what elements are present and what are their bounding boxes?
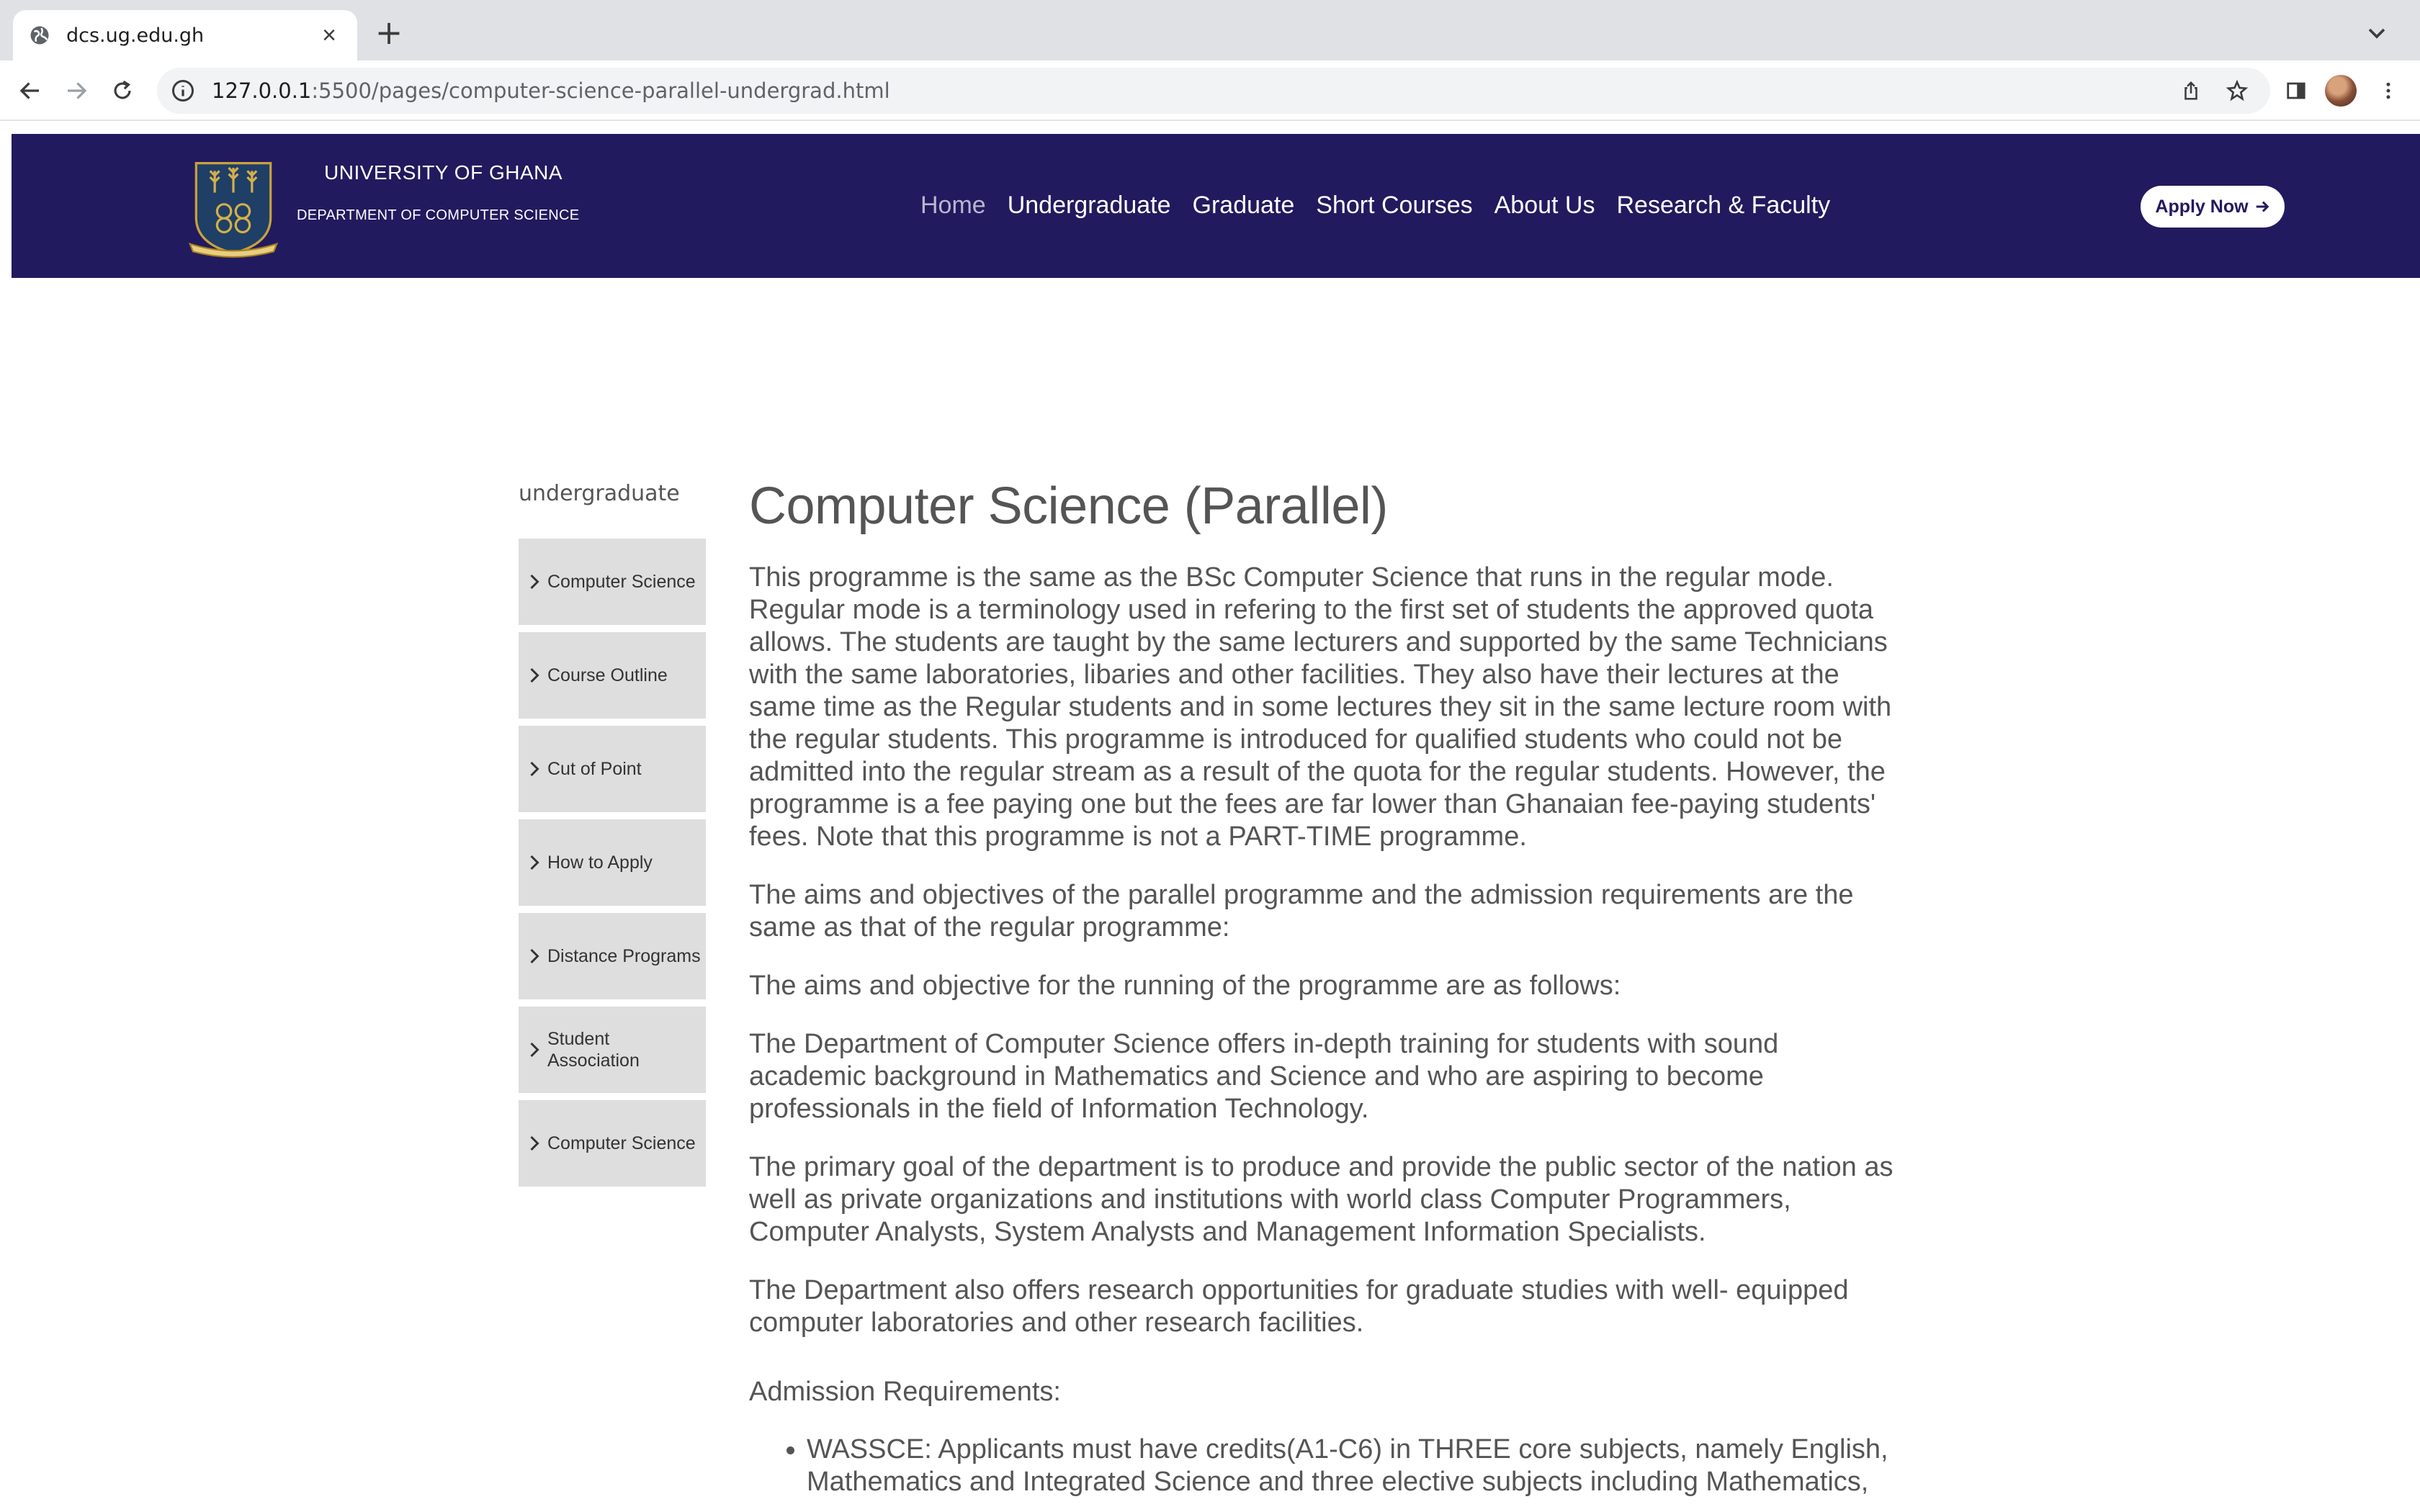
sidebar-item-course-outline[interactable]: Course Outline [519, 632, 706, 719]
browser-toolbar: 127.0.0.1:5500/pages/computer-science-pa… [0, 60, 2420, 121]
share-button[interactable] [2177, 76, 2205, 105]
reload-button[interactable] [107, 75, 138, 107]
reload-icon [114, 80, 131, 99]
page-title: Computer Science (Parallel) [749, 477, 1388, 535]
university-name: UNIVERSITY OF GHANA [324, 161, 563, 184]
sidebar-item-computer-science[interactable]: Computer Science [519, 539, 706, 625]
admission-heading: Admission Requirements: [749, 1377, 1061, 1407]
sidebar-item-label: How to Apply [547, 852, 653, 873]
department-name: DEPARTMENT OF COMPUTER SCIENCE [297, 207, 580, 223]
sidebar-item-label: Course Outline [547, 665, 668, 685]
back-arrow-icon [19, 82, 39, 99]
back-button[interactable] [14, 75, 46, 107]
main-content: Computer Science (Parallel) This program… [749, 477, 1901, 1498]
kebab-menu-icon [2386, 82, 2390, 99]
sidebar-item-how-to-apply[interactable]: How to Apply [519, 819, 706, 906]
nav-about-us[interactable]: About Us [1494, 192, 1595, 220]
sidebar-heading: undergraduate [519, 481, 680, 506]
browser-menu-button[interactable] [2374, 76, 2403, 105]
side-panel-icon [2287, 82, 2305, 99]
sidebar-item-computer-science-2[interactable]: Computer Science [519, 1100, 706, 1187]
url-path: :5500/pages/computer-science-parallel-un… [311, 78, 890, 103]
profile-avatar[interactable] [2325, 75, 2357, 107]
requirements-list: WASSCE: Applicants must have credits(A1-… [786, 1434, 1901, 1498]
nav-research-faculty[interactable]: Research & Faculty [1616, 192, 1830, 220]
sidebar-item-label: Computer Science [547, 1133, 696, 1153]
sidebar-menu: Computer Science Course Outline Cut of P… [519, 539, 706, 1194]
chevron-right-icon [530, 761, 539, 777]
chevron-right-icon [530, 1135, 539, 1151]
bookmark-button[interactable] [2223, 76, 2251, 105]
aims-objective-intro: The aims and objective for the running o… [749, 971, 1621, 1001]
forward-button[interactable] [60, 75, 92, 107]
university-crest-logo[interactable] [183, 157, 284, 258]
apply-now-label: Apply Now [2155, 196, 2249, 217]
aims-intro: The aims and objectives of the parallel … [749, 880, 1854, 942]
chevron-right-icon [530, 1042, 539, 1058]
nav-short-courses[interactable]: Short Courses [1316, 192, 1472, 220]
programme-description: This programme is the same as the BSc Co… [749, 562, 1892, 852]
nav-undergraduate[interactable]: Undergraduate [1008, 192, 1171, 220]
browser-tab-strip: dcs.ug.edu.gh × + [0, 0, 2420, 60]
sidebar-item-label: Student Association [547, 1029, 640, 1071]
chevron-right-icon [530, 948, 539, 964]
nav-home[interactable]: Home [920, 192, 986, 220]
sidebar-item-student-association[interactable]: Student Association [519, 1007, 706, 1093]
address-bar[interactable]: 127.0.0.1:5500/pages/computer-science-pa… [157, 68, 2270, 114]
browser-tab[interactable]: dcs.ug.edu.gh × [13, 10, 357, 60]
list-item: WASSCE: Applicants must have credits(A1-… [786, 1434, 1901, 1498]
tab-title: dcs.ug.edu.gh [66, 24, 205, 47]
tab-search-chevron-icon[interactable] [2362, 19, 2391, 48]
globe-icon [30, 26, 49, 45]
sidebar-item-label: Distance Programs [547, 946, 701, 966]
apply-now-button[interactable]: Apply Now [2141, 186, 2285, 228]
department-goal: The primary goal of the department is to… [749, 1152, 1894, 1247]
new-tab-button[interactable]: + [373, 16, 405, 49]
chevron-right-icon [530, 855, 539, 870]
sidebar-item-cut-of-point[interactable]: Cut of Point [519, 726, 706, 812]
side-panel-button[interactable] [2282, 76, 2311, 105]
chevron-right-icon [530, 667, 539, 683]
research-opportunities: The Department also offers research oppo… [749, 1275, 1849, 1338]
close-tab-icon[interactable]: × [317, 23, 341, 48]
site-info-icon[interactable] [170, 78, 196, 104]
sidebar-item-label: Cut of Point [547, 759, 642, 779]
share-icon [2184, 81, 2197, 100]
star-icon [2226, 79, 2249, 102]
sidebar-item-label: Computer Science [547, 572, 696, 592]
forward-arrow-icon [68, 82, 87, 99]
arrow-right-icon [2256, 201, 2269, 212]
chevron-right-icon [530, 574, 539, 590]
sidebar-item-distance-programs[interactable]: Distance Programs [519, 913, 706, 999]
nav-graduate[interactable]: Graduate [1193, 192, 1295, 220]
site-header: UNIVERSITY OF GHANA DEPARTMENT OF COMPUT… [12, 134, 2420, 278]
main-navigation: Home Undergraduate Graduate Short Course… [920, 192, 1830, 220]
department-training: The Department of Computer Science offer… [749, 1029, 1779, 1124]
url-host: 127.0.0.1 [212, 78, 312, 103]
